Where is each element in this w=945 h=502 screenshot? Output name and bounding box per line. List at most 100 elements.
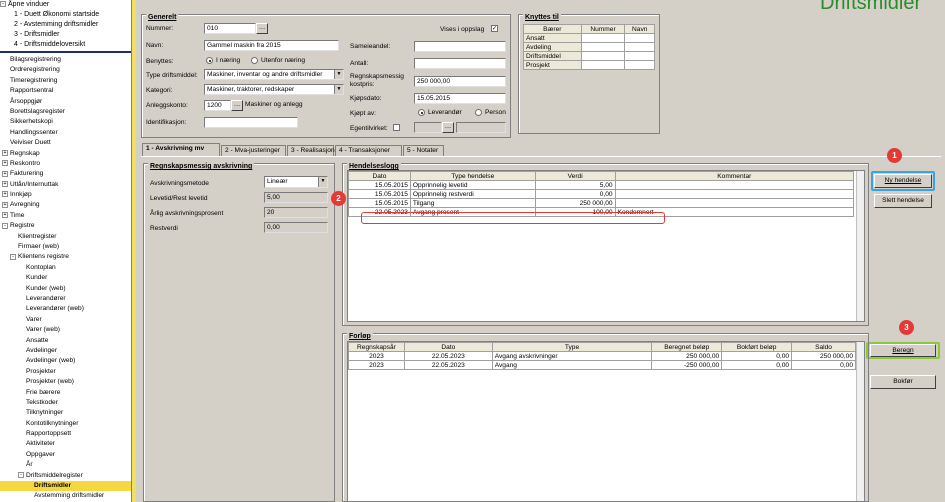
nav-item[interactable]: Kunder (web)	[0, 284, 131, 294]
nav-item[interactable]: Driftsmidler	[0, 481, 131, 492]
ny-hendelse-button[interactable]: Ny hendelse	[874, 174, 932, 188]
column-header[interactable]: Verdi	[534, 171, 616, 181]
expand-icon[interactable]: +	[2, 170, 8, 177]
column-header[interactable]: Saldo	[791, 342, 856, 352]
identifikasjon-field[interactable]	[204, 117, 298, 128]
open-window-item[interactable]: 3 - Driftsmidler	[0, 30, 131, 40]
nav-item[interactable]: + Fakturering	[0, 169, 131, 179]
chevron-down-icon[interactable]: ▼	[318, 177, 327, 187]
navn-cell[interactable]	[624, 42, 655, 52]
nav-item[interactable]: Ordreregistrering	[0, 65, 131, 75]
table-row[interactable]: Prosjekt	[523, 60, 655, 70]
nummer-cell[interactable]	[580, 33, 626, 43]
table-row[interactable]: Driftsmiddel	[523, 51, 655, 61]
egentilvirket-checkbox[interactable]	[393, 124, 400, 131]
navn-cell[interactable]	[624, 60, 655, 70]
nummer-lookup-button[interactable]: …	[256, 23, 268, 34]
collapse-icon[interactable]: -	[18, 471, 24, 478]
table-row[interactable]: 15.05.2015 Opprinnelig restverdi 0,00	[348, 189, 855, 199]
expand-icon[interactable]: +	[2, 160, 8, 167]
forlop-scrollbar[interactable]	[856, 342, 864, 501]
nav-item[interactable]: Oppgaver	[0, 450, 131, 460]
column-header[interactable]: Beregnet beløp	[651, 342, 723, 352]
column-header[interactable]: Dato	[348, 171, 411, 181]
nav-item[interactable]: Prosjekter	[0, 367, 131, 377]
kjopsdato-field[interactable]: 15.05.2015	[414, 93, 506, 104]
vises-checkbox[interactable]: ✓	[491, 25, 498, 32]
expand-icon[interactable]: +	[2, 201, 8, 208]
nav-item[interactable]: + Utlån/Internuttak	[0, 180, 131, 190]
chevron-down-icon[interactable]: ▼	[334, 70, 343, 79]
nav-item[interactable]: - Klientens registre	[0, 252, 131, 262]
bokfor-button[interactable]: Bokfør	[870, 375, 936, 389]
nummer-cell[interactable]	[580, 60, 626, 70]
nav-item[interactable]: Leverandører	[0, 294, 131, 304]
table-row[interactable]: Avdeling	[523, 42, 655, 52]
tab-1[interactable]: 1 - Avskrivning mv	[142, 143, 220, 156]
nav-item[interactable]: + Reskontro	[0, 159, 131, 169]
table-row[interactable]: 2023 22.05.2023 Avgang avskrivninger 250 00…	[348, 351, 856, 361]
metode-select[interactable]: Lineær ▼	[264, 176, 328, 188]
nav-item[interactable]: - Driftsmiddelregister	[0, 471, 131, 481]
nummer-cell[interactable]	[580, 51, 626, 61]
tab-5[interactable]: 5 - Notater	[403, 145, 444, 156]
leverandor-radio[interactable]	[418, 109, 425, 116]
tab-4[interactable]: 4 - Transaksjoner	[335, 145, 402, 156]
collapse-icon[interactable]: -	[0, 1, 6, 8]
nav-item[interactable]: + Time	[0, 211, 131, 221]
table-row[interactable]: 15.05.2015 Tilgang 250 000,00	[348, 198, 855, 208]
nav-item[interactable]: Aktiviteter	[0, 439, 131, 449]
nav-item[interactable]: Rapportoppsett	[0, 429, 131, 439]
nav-item[interactable]: Timeregistrering	[0, 76, 131, 86]
nav-item[interactable]: Tilknytninger	[0, 408, 131, 418]
expand-icon[interactable]: +	[2, 149, 8, 156]
navn-field[interactable]: Gammel maskin fra 2015	[204, 40, 339, 51]
hendelseslogg-scrollbar[interactable]	[856, 171, 864, 321]
nav-item[interactable]: Varer	[0, 315, 131, 325]
nummer-field[interactable]: 010	[204, 23, 256, 34]
utenfor-naering-radio[interactable]	[251, 57, 258, 64]
table-row[interactable]: Ansatt	[523, 33, 655, 43]
tab-3[interactable]: 3 - Realisasjon	[287, 145, 335, 156]
column-header[interactable]: Bokført beløp	[721, 342, 793, 352]
nummer-cell[interactable]	[580, 42, 626, 52]
nav-item[interactable]: Frie bærere	[0, 388, 131, 398]
column-header[interactable]: Regnskapsår	[348, 342, 405, 352]
collapse-icon[interactable]: -	[2, 222, 8, 229]
column-header[interactable]: Kommentar	[614, 171, 855, 181]
slett-hendelse-button[interactable]: Slett hendelse	[874, 194, 932, 208]
kategori-select[interactable]: Maskiner, traktorer, redskaper ▼	[204, 84, 344, 95]
open-window-item[interactable]: 1 - Duett Økonomi startside	[0, 10, 131, 20]
nav-item[interactable]: Leverandører (web)	[0, 304, 131, 314]
nav-item[interactable]: Borettslagsregister	[0, 107, 131, 117]
splitter[interactable]	[132, 0, 136, 502]
open-windows-header[interactable]: - Åpne vinduer	[0, 0, 131, 10]
nav-item[interactable]: Rapportsentral	[0, 86, 131, 96]
nav-item[interactable]: + Innkjøp	[0, 190, 131, 200]
nav-item[interactable]: + Regnskap	[0, 149, 131, 159]
nav-item[interactable]: Avstemming driftsmidler	[0, 491, 131, 501]
egentilvirket-lookup-button[interactable]: …	[442, 122, 454, 133]
open-window-item[interactable]: 2 - Avstemming driftsmidler	[0, 20, 131, 30]
column-header[interactable]: Type hendelse	[409, 171, 536, 181]
tab-2[interactable]: 2 - Mva-justeringer	[221, 145, 286, 156]
nav-item[interactable]: + Avregning	[0, 200, 131, 210]
nav-item[interactable]: Handlingssenter	[0, 128, 131, 138]
nav-item[interactable]: Firmaer (web)	[0, 242, 131, 252]
nav-item[interactable]: År	[0, 460, 131, 470]
beregn-button[interactable]: Beregn	[870, 344, 936, 357]
nav-item[interactable]: Avdelinger	[0, 346, 131, 356]
expand-icon[interactable]: +	[2, 212, 8, 219]
nav-item[interactable]: - Registre	[0, 221, 131, 231]
nav-item[interactable]: Klientregister	[0, 232, 131, 242]
kostpris-field[interactable]: 250 000,00	[414, 76, 506, 87]
anleggskonto-field[interactable]: 1200	[204, 100, 231, 111]
anleggskonto-lookup-button[interactable]: …	[231, 100, 243, 111]
open-window-item[interactable]: 4 - Driftsmiddeloversikt	[0, 40, 131, 50]
nav-item[interactable]: Bilagsregistrering	[0, 55, 131, 65]
nav-item[interactable]: Varer (web)	[0, 325, 131, 335]
nav-item[interactable]: Kunder	[0, 273, 131, 283]
table-row[interactable]: 15.05.2015 Opprinnelig levetid 5,00	[348, 180, 855, 190]
i-naering-radio[interactable]	[206, 57, 213, 64]
nav-item[interactable]: Kontoplan	[0, 263, 131, 273]
